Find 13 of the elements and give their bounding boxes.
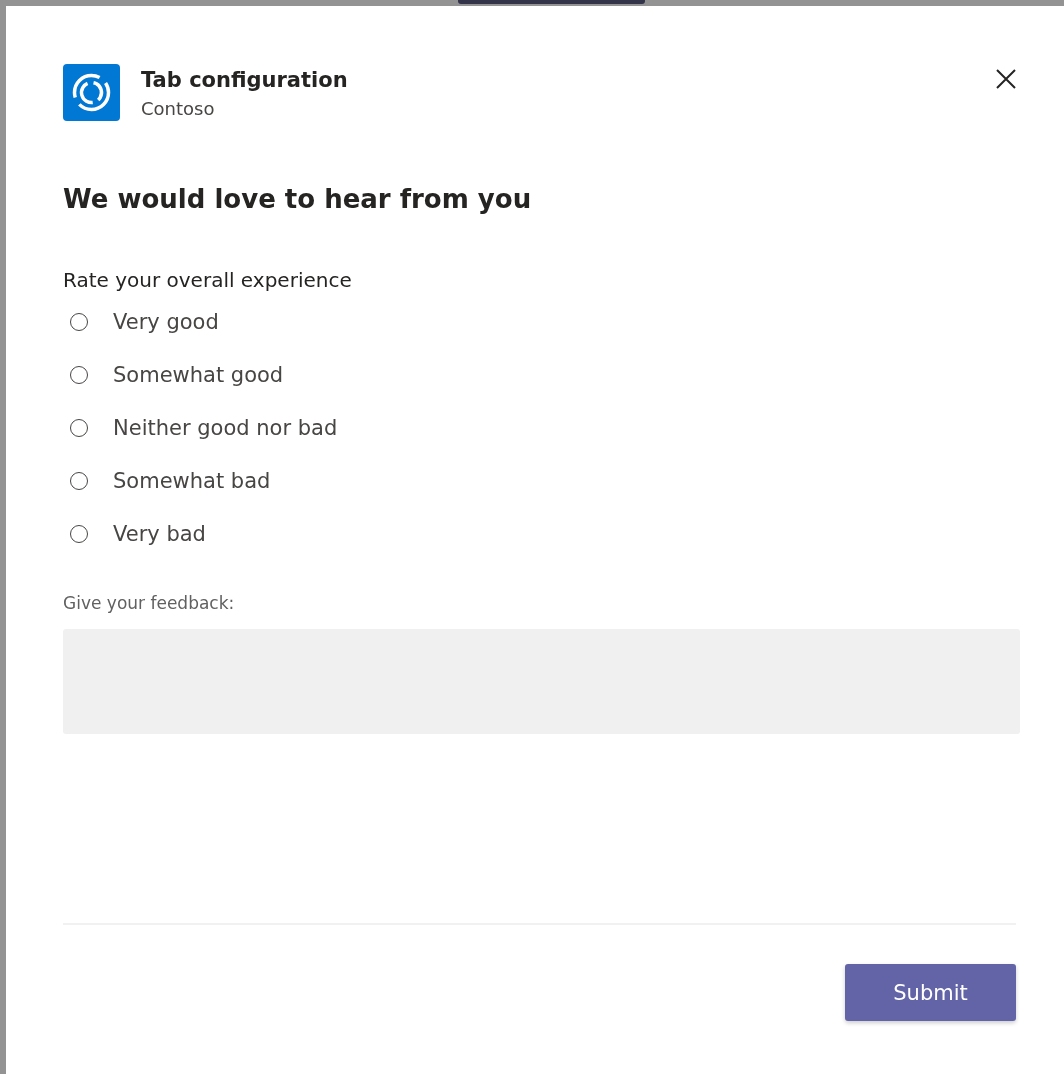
option-label[interactable]: Very bad (113, 521, 206, 546)
app-logo-icon (63, 64, 120, 121)
option-label[interactable]: Neither good nor bad (113, 415, 338, 440)
dialog-title: Tab configuration (141, 68, 349, 92)
close-button[interactable] (996, 69, 1016, 89)
option-label[interactable]: Very good (113, 309, 219, 334)
option-label[interactable]: Somewhat bad (113, 468, 271, 493)
option-label[interactable]: Somewhat good (113, 362, 284, 387)
dialog-subtitle: Contoso (141, 98, 216, 119)
submit-button[interactable]: Submit (845, 964, 1016, 1021)
question-label: Rate your overall experience (63, 268, 353, 292)
form-heading: We would love to hear from you (63, 184, 533, 214)
feedback-label: Give your feedback: (63, 593, 236, 613)
